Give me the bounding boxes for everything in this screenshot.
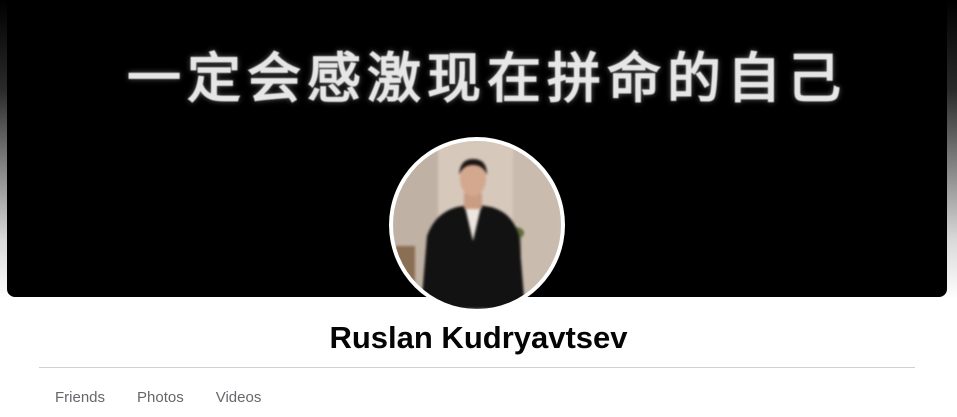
tab-photos[interactable]: Photos	[121, 376, 200, 417]
avatar-photo	[393, 141, 561, 309]
profile-tabs: Friends Photos Videos	[39, 376, 277, 417]
cover-photo-text: 一定会感激现在拼命的自己	[127, 47, 847, 110]
profile-name: Ruslan Kudryavtsev	[329, 320, 628, 355]
tab-videos[interactable]: Videos	[200, 376, 278, 417]
profile-divider	[39, 367, 915, 368]
profile-page: 一定会感激现在拼命的自己 Ruslan Kudryavtsev Friends …	[0, 0, 957, 417]
profile-avatar[interactable]	[389, 137, 565, 313]
tab-friends[interactable]: Friends	[39, 376, 121, 417]
